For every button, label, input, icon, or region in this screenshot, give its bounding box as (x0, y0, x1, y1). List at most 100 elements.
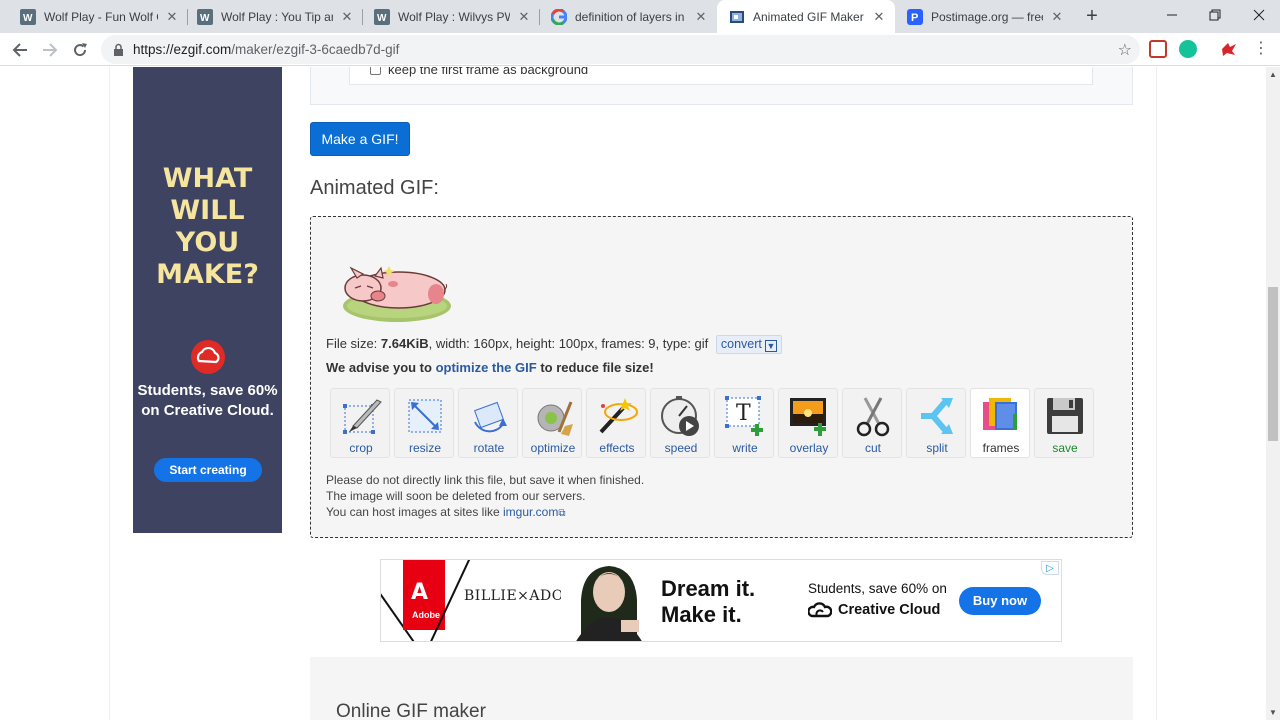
adchoices-icon[interactable]: ▷ (1041, 561, 1059, 575)
back-arrow-icon[interactable] (7, 37, 33, 63)
tool-effects[interactable]: effects (586, 388, 646, 458)
google-icon (551, 8, 567, 25)
tool-frames[interactable]: frames (970, 388, 1030, 458)
make-gif-button[interactable]: Make a GIF! (310, 122, 410, 156)
tool-label: split (926, 441, 948, 455)
convert-button[interactable]: convert ▼ (715, 335, 782, 354)
resize-icon (408, 399, 442, 433)
close-icon[interactable]: ✕ (693, 9, 709, 25)
imgur-link[interactable]: imgur.com (503, 505, 558, 519)
grammarly-icon[interactable] (1179, 40, 1197, 58)
side-ad-creative-cloud[interactable]: WHAT WILL YOU MAKE? Students, save 60% on … (133, 67, 282, 533)
close-icon[interactable]: ✕ (516, 9, 532, 25)
url-path: /maker/ezgif-3-6caedb7d-gif (231, 42, 400, 57)
layout-divider (109, 67, 110, 720)
download-icon: ▼ (764, 340, 777, 352)
adobe-brand: Adobe (412, 610, 440, 620)
url-host: https://ezgif.com (133, 42, 232, 57)
notes: Please do not directly link this file, b… (326, 472, 644, 522)
convert-label: convert (720, 337, 762, 351)
tab-postimage[interactable]: P Postimage.org — free im ✕ (895, 0, 1073, 33)
ad-dream-line2: Make it. (661, 602, 742, 627)
tool-label: save (1052, 441, 1078, 455)
split-icon (921, 398, 953, 434)
ad-dream-line1: Dream it. (661, 576, 756, 601)
ad-headline-text: WHAT WILL YOU MAKE? (156, 163, 259, 290)
tool-cut[interactable]: cut (842, 388, 902, 458)
tool-label: rotate (473, 441, 505, 455)
write-icon: T (725, 396, 763, 436)
overlay-icon (790, 398, 826, 436)
wp-icon: W (20, 8, 36, 25)
gif-preview-image[interactable] (341, 262, 453, 324)
tool-label: overlay (789, 441, 829, 455)
close-icon[interactable]: ✕ (339, 9, 355, 25)
effects-icon (599, 398, 638, 434)
page-scrollbar[interactable]: ▲ ▼ (1266, 67, 1280, 720)
tool-write[interactable]: T write (714, 388, 774, 458)
optimize-gif-link[interactable]: optimize the GIF (436, 360, 537, 375)
tool-overlay[interactable]: overlay (778, 388, 838, 458)
page-content: WHAT WILL YOU MAKE? Students, save 60% on … (0, 67, 1266, 720)
minimize-button[interactable] (1149, 0, 1195, 30)
svg-text:W: W (23, 13, 33, 24)
address-bar[interactable]: https://ezgif.com/maker/ezgif-3-6caedb7d… (101, 35, 1140, 64)
tab-wolf-play-2[interactable]: W Wolf Play : You Tip and ✕ (185, 0, 363, 33)
reload-icon[interactable] (67, 37, 93, 63)
svg-text:P: P (911, 12, 918, 24)
tool-resize[interactable]: resize (394, 388, 454, 458)
close-icon[interactable]: ✕ (871, 9, 887, 25)
svg-text:W: W (200, 13, 210, 24)
info-title: Online GIF maker (336, 701, 486, 720)
tool-split[interactable]: split (906, 388, 966, 458)
advise-text: We advise you to optimize the GIF to red… (326, 360, 654, 375)
scroll-down-icon[interactable]: ▼ (1269, 708, 1277, 717)
tab-title: Wolf Play : Wilvys PWY\ (398, 9, 510, 24)
ad-portrait-image (561, 560, 656, 641)
bookmark-star-icon[interactable]: ☆ (1118, 40, 1132, 60)
maximize-button[interactable] (1192, 0, 1238, 30)
extension-red-icon[interactable] (1220, 40, 1238, 58)
scrollbar-thumb[interactable] (1268, 287, 1278, 441)
ad-dream-text: Dream it. Make it. (661, 576, 755, 628)
start-creating-button[interactable]: Start creating (154, 458, 262, 482)
tool-save[interactable]: save (1034, 388, 1094, 458)
buy-now-button[interactable]: Buy now (959, 587, 1041, 615)
advise-before: We advise you to (326, 360, 436, 375)
file-info-prefix: File size: (326, 336, 381, 351)
tool-rotate[interactable]: rotate (458, 388, 518, 458)
tab-google-search[interactable]: definition of layers in d ✕ (539, 0, 717, 33)
scroll-up-icon[interactable]: ▲ (1269, 70, 1277, 79)
tool-label: resize (408, 441, 441, 455)
tool-label: optimize (530, 441, 576, 455)
forward-arrow-icon[interactable] (37, 37, 63, 63)
note-line: Please do not directly link this file, b… (326, 473, 645, 487)
tool-optimize[interactable]: optimize (522, 388, 582, 458)
tool-label: speed (664, 441, 698, 455)
extension-shield-icon[interactable] (1149, 40, 1167, 58)
tab-animated-gif-maker[interactable]: Animated GIF Maker ✕ (717, 0, 895, 33)
tab-wolf-play-3[interactable]: W Wolf Play : Wilvys PWY\ ✕ (362, 0, 540, 33)
tool-crop[interactable]: crop (330, 388, 390, 458)
close-icon[interactable]: ✕ (1049, 9, 1065, 25)
ezgif-icon (729, 9, 745, 25)
tab-wolf-play-1[interactable]: W Wolf Play - Fun Wolf Ga ✕ (8, 0, 188, 33)
creative-cloud-icon (808, 602, 832, 618)
close-icon[interactable]: ✕ (164, 9, 180, 25)
new-tab-button[interactable]: + (1080, 5, 1104, 29)
tool-label: write (732, 441, 758, 455)
menu-kebab-icon[interactable]: ⋮ (1252, 40, 1270, 58)
window-close-button[interactable] (1236, 0, 1280, 30)
optimize-icon (537, 401, 573, 436)
ad-creative-cloud: Creative Cloud (808, 601, 940, 619)
keep-first-frame-label[interactable]: keep the first frame as background (388, 67, 588, 77)
browser-toolbar: https://ezgif.com/maker/ezgif-3-6caedb7d… (0, 33, 1280, 66)
tool-speed[interactable]: speed (650, 388, 710, 458)
result-box: File size: 7.64KiB, width: 160px, height… (310, 216, 1133, 538)
file-size: 7.64KiB (380, 336, 429, 351)
save-icon (1047, 398, 1083, 434)
banner-ad-adobe[interactable]: A Adobe BILLIE×ADOBE Dream it. Make it. … (380, 559, 1062, 642)
frames-icon (983, 398, 1017, 430)
tab-strip: W Wolf Play - Fun Wolf Ga ✕ W Wolf Play … (0, 0, 1280, 33)
keep-first-frame-checkbox[interactable] (370, 67, 381, 75)
